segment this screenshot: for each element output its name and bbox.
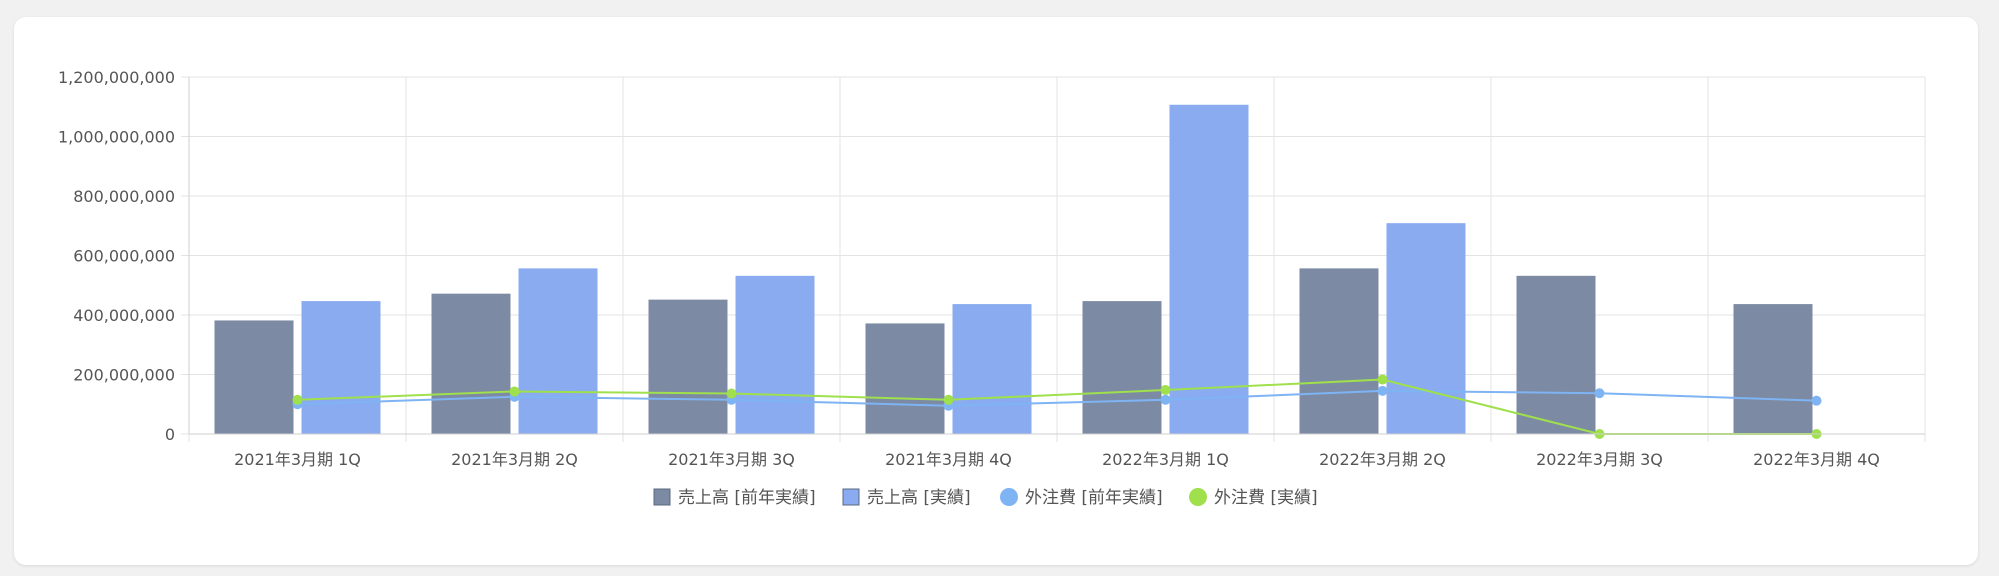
bar[interactable]: [735, 275, 815, 435]
legend-label[interactable]: 外注費 [前年実績]: [1025, 488, 1163, 508]
bar[interactable]: [1733, 304, 1813, 435]
data-point[interactable]: [1160, 384, 1171, 395]
y-tick-label: 1,200,000,000: [58, 68, 175, 87]
legend-swatch-box: [653, 488, 671, 506]
data-point[interactable]: [509, 386, 520, 397]
data-point[interactable]: [943, 394, 954, 405]
bar[interactable]: [1386, 223, 1466, 435]
data-point[interactable]: [1160, 394, 1171, 405]
y-tick-label: 200,000,000: [73, 366, 175, 385]
y-tick-label: 1,000,000,000: [58, 128, 175, 147]
data-point[interactable]: [1377, 385, 1388, 396]
legend-swatch-dot: [1189, 488, 1207, 506]
legend-label[interactable]: 売上高 [実績]: [867, 488, 971, 508]
bar[interactable]: [518, 268, 598, 435]
bar[interactable]: [1299, 268, 1379, 435]
bar[interactable]: [1082, 301, 1162, 435]
y-tick-label: 600,000,000: [73, 247, 175, 266]
legend-label[interactable]: 外注費 [実績]: [1214, 488, 1318, 508]
data-point[interactable]: [1594, 388, 1605, 399]
x-tick-label: 2022年3月期 3Q: [1536, 450, 1663, 469]
bars: [214, 104, 1813, 435]
bar[interactable]: [301, 301, 381, 435]
legend: 売上高 [前年実績] 売上高 [実績] 外注費 [前年実績] 外注費 [実績]: [653, 488, 1318, 508]
bar[interactable]: [865, 323, 945, 435]
legend-swatch-box: [842, 488, 860, 506]
bar[interactable]: [431, 293, 511, 435]
y-tick-label: 800,000,000: [73, 187, 175, 206]
data-point[interactable]: [1811, 395, 1822, 406]
legend-swatch-dot: [1000, 488, 1018, 506]
y-tick-label: 400,000,000: [73, 306, 175, 325]
bar[interactable]: [648, 299, 728, 435]
bar[interactable]: [1169, 104, 1249, 435]
data-point[interactable]: [726, 388, 737, 399]
x-tick-label: 2022年3月期 1Q: [1102, 450, 1229, 469]
bar[interactable]: [952, 304, 1032, 435]
data-point[interactable]: [292, 394, 303, 405]
bar[interactable]: [1516, 275, 1596, 435]
data-point[interactable]: [1377, 374, 1388, 385]
x-tick-label: 2022年3月期 2Q: [1319, 450, 1446, 469]
chart-card: 0 200,000,000 400,000,000 600,000,000 800,00…: [14, 17, 1978, 565]
x-tick-label: 2021年3月期 2Q: [451, 450, 578, 469]
x-tick-label: 2021年3月期 3Q: [668, 450, 795, 469]
x-tick-label: 2021年3月期 4Q: [885, 450, 1012, 469]
x-tick-label: 2021年3月期 1Q: [234, 450, 361, 469]
bar[interactable]: [214, 320, 294, 435]
y-tick-label: 0: [165, 425, 175, 444]
combo-chart: 0 200,000,000 400,000,000 600,000,000 800,00…: [58, 68, 1926, 508]
x-tick-label: 2022年3月期 4Q: [1753, 450, 1880, 469]
legend-label[interactable]: 売上高 [前年実績]: [678, 488, 816, 508]
